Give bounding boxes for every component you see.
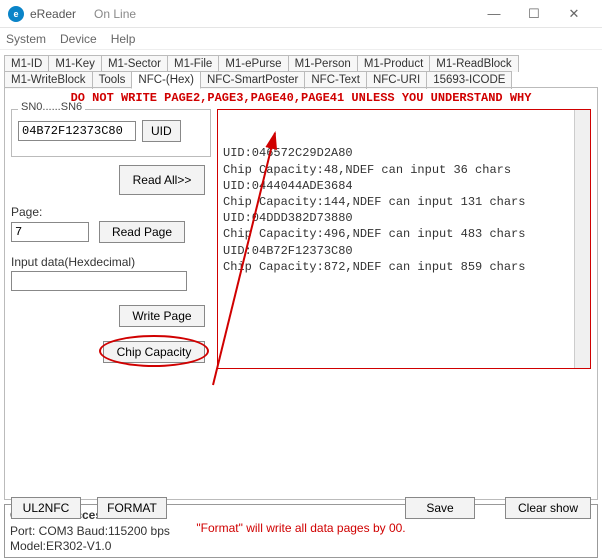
menu-bar: System Device Help <box>0 28 602 50</box>
status-line-3: Model:ER302-V1.0 <box>10 539 592 555</box>
ul2nfc-button[interactable]: UL2NFC <box>11 497 81 519</box>
read-page-button[interactable]: Read Page <box>99 221 185 243</box>
tab-m1-file[interactable]: M1-File <box>167 55 219 72</box>
save-button[interactable]: Save <box>405 497 475 519</box>
maximize-button[interactable]: ☐ <box>514 0 554 28</box>
tab-m1-id[interactable]: M1-ID <box>4 55 49 72</box>
output-line: UID:0444044ADE3684 <box>223 178 585 194</box>
menu-device[interactable]: Device <box>60 32 97 46</box>
tab-body: DO NOT WRITE PAGE2,PAGE3,PAGE40,PAGE41 U… <box>4 87 598 500</box>
tab-m1-epurse[interactable]: M1-ePurse <box>218 55 288 72</box>
input-data-label: Input data(Hexdecimal) <box>11 255 211 269</box>
scrollbar[interactable] <box>574 110 590 368</box>
app-title: eReader <box>30 7 76 21</box>
minimize-button[interactable]: — <box>474 0 514 28</box>
output-line: UID:04DDD382D73880 <box>223 210 585 226</box>
tab-m1-readblock[interactable]: M1-ReadBlock <box>429 55 518 72</box>
write-page-button[interactable]: Write Page <box>119 305 205 327</box>
tab-nfc-hex-[interactable]: NFC-(Hex) <box>131 71 201 89</box>
connection-status: On Line <box>94 7 136 21</box>
input-data-field[interactable] <box>11 271 187 291</box>
chip-capacity-button[interactable]: Chip Capacity <box>103 341 205 363</box>
clear-show-button[interactable]: Clear show <box>505 497 591 519</box>
close-button[interactable]: ✕ <box>554 0 594 28</box>
output-textbox[interactable]: UID:046572C29D2A80Chip Capacity:48,NDEF … <box>217 109 591 369</box>
output-area: UID:046572C29D2A80Chip Capacity:48,NDEF … <box>217 109 591 487</box>
menu-system[interactable]: System <box>6 32 46 46</box>
output-line: Chip Capacity:872,NDEF can input 859 cha… <box>223 259 585 275</box>
tab-m1-product[interactable]: M1-Product <box>357 55 430 72</box>
tab-strip: M1-IDM1-KeyM1-SectorM1-FileM1-ePurseM1-P… <box>0 50 602 87</box>
output-line: UID:046572C29D2A80 <box>223 145 585 161</box>
uid-button[interactable]: UID <box>142 120 181 142</box>
menu-help[interactable]: Help <box>111 32 136 46</box>
warning-text: DO NOT WRITE PAGE2,PAGE3,PAGE40,PAGE41 U… <box>5 88 597 109</box>
tab-m1-key[interactable]: M1-Key <box>48 55 102 72</box>
read-all-button[interactable]: Read All>> <box>119 165 205 195</box>
page-input[interactable] <box>11 222 89 242</box>
output-line: UID:04B72F12373C80 <box>223 243 585 259</box>
sn-label: SN0......SN6 <box>18 101 85 113</box>
format-button[interactable]: FORMAT <box>97 497 167 519</box>
sn-group: SN0......SN6 UID <box>11 109 211 157</box>
tab-m1-person[interactable]: M1-Person <box>288 55 358 72</box>
sn-input[interactable] <box>18 121 136 141</box>
title-bar: e eReader On Line — ☐ ✕ <box>0 0 602 28</box>
output-line: Chip Capacity:144,NDEF can input 131 cha… <box>223 194 585 210</box>
app-icon: e <box>8 6 24 22</box>
format-note: "Format" will write all data pages by 00… <box>5 521 597 535</box>
page-label: Page: <box>11 205 211 219</box>
output-line: Chip Capacity:48,NDEF can input 36 chars <box>223 162 585 178</box>
tab-m1-sector[interactable]: M1-Sector <box>101 55 168 72</box>
output-line: Chip Capacity:496,NDEF can input 483 cha… <box>223 226 585 242</box>
